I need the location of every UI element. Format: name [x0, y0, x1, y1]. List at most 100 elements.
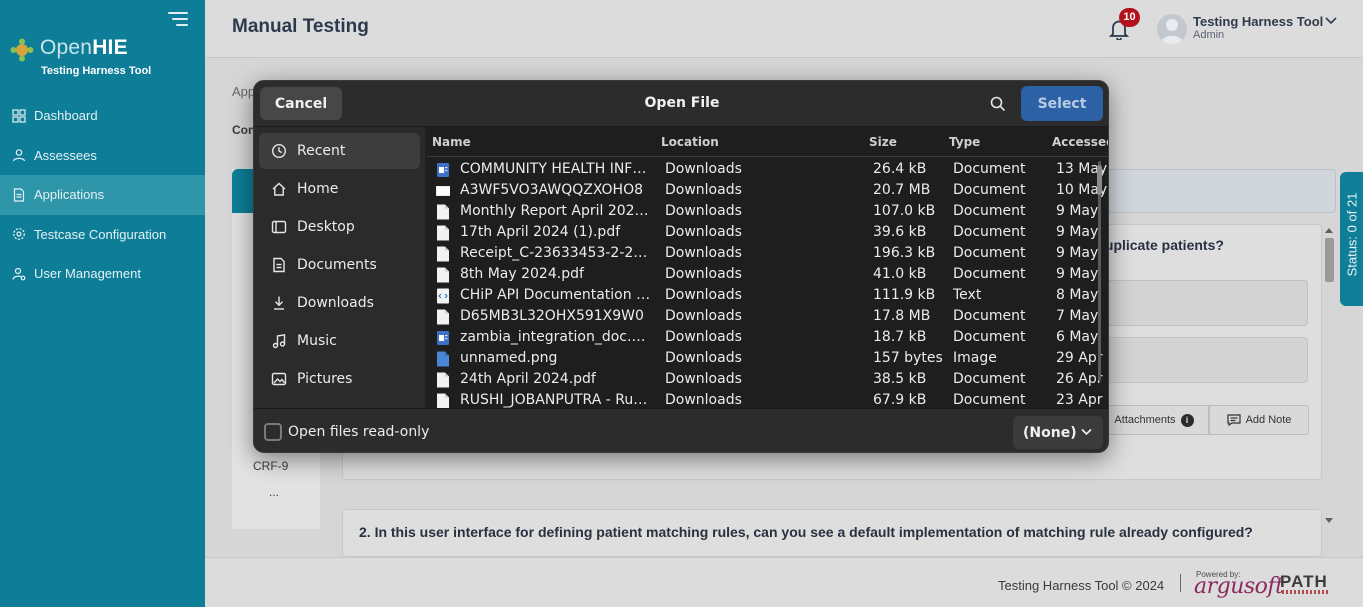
read-only-checkbox[interactable] [264, 423, 282, 441]
breadcrumb[interactable]: App [232, 84, 255, 99]
file-location: Downloads [665, 329, 742, 345]
file-size: 38.5 kB [873, 371, 927, 387]
select-button[interactable]: Select [1021, 86, 1103, 121]
file-accessed: 9 May [1056, 266, 1099, 282]
file-row[interactable]: Monthly Report April 2024.pdf Downloads 10… [427, 201, 1108, 222]
sidebar-item-label: User Management [34, 266, 141, 282]
user-name[interactable]: Testing Harness Tool [1193, 14, 1323, 29]
info-icon: i [1180, 413, 1194, 427]
place-label: Music [297, 333, 337, 349]
pdf-icon [437, 204, 449, 220]
file-size: 26.4 kB [873, 161, 927, 177]
scroll-down-icon[interactable] [1325, 518, 1333, 523]
place-home[interactable]: Home [259, 171, 420, 207]
sidebar-item-assessees[interactable]: Assessees [0, 136, 205, 176]
file-type: Document [953, 245, 1026, 261]
sidebar-item-applications[interactable]: Applications [0, 175, 205, 215]
place-documents[interactable]: Documents [259, 247, 420, 283]
note-icon [1226, 414, 1241, 426]
download-icon [274, 296, 284, 310]
place-label: Downloads [297, 295, 374, 311]
file-row[interactable]: 8th May 2024.pdf Downloads 41.0 kB Document… [427, 264, 1108, 285]
file-row[interactable]: 17th April 2024 (1).pdf Downloads 39.6 kB D… [427, 222, 1108, 243]
file-accessed: 8 May [1056, 287, 1099, 303]
file-row[interactable]: zambia_integration_doc.docx Downloads 18.7… [427, 327, 1108, 348]
place-music[interactable]: Music [259, 323, 420, 359]
sidebar-item-label: Assessees [34, 147, 97, 163]
file-size: 111.9 kB [873, 287, 936, 303]
file-list: Name Location Size Type Accessed COMMUNI… [427, 127, 1108, 408]
scroll-thumb[interactable] [1325, 238, 1334, 282]
file-row[interactable]: Receipt_C-23633453-2-24.pdf Downloads 196.… [427, 243, 1108, 264]
sidebar-item-dashboard[interactable]: Dashboard [0, 96, 205, 136]
content-scrollbar[interactable] [1322, 224, 1336, 530]
place-label: Desktop [297, 219, 355, 235]
file-row[interactable]: A3WF5VO3AWQQZXOHO8 Downloads 20.7 MB Docume… [427, 180, 1108, 201]
avatar[interactable] [1157, 14, 1187, 44]
file-name: A3WF5VO3AWQQZXOHO8 [460, 182, 643, 198]
file-list-scrollbar[interactable] [1095, 161, 1103, 407]
question-card: 2. In this user interface for defining p… [342, 509, 1322, 557]
file-row[interactable]: D65MB3L32OHX591X9W0 Downloads 17.8 MB Docum… [427, 306, 1108, 327]
file-accessed: 9 May [1056, 203, 1099, 219]
file-size: 107.0 kB [873, 203, 936, 219]
file-name: RUSHI_JOBANPUTRA - Rushi.pdf [460, 392, 653, 408]
file-rows: COMMUNITY HEALTH INFORMATION Downloads 26.… [427, 159, 1108, 408]
attachments-button[interactable]: Attachments i [1099, 405, 1209, 435]
place-label: Pictures [297, 371, 353, 387]
file-row[interactable]: 24th April 2024.pdf Downloads 38.5 kB Docum… [427, 369, 1108, 390]
sidebar-item-testcase-configuration[interactable]: Testcase Configuration [0, 215, 205, 255]
file-size: 39.6 kB [873, 224, 927, 240]
file-name: Monthly Report April 2024.pdf [460, 203, 653, 219]
file-accessed: 6 May [1056, 329, 1099, 345]
sidebar-item-user-management[interactable]: User Management [0, 254, 205, 294]
file-filter-dropdown[interactable]: (None) [1013, 416, 1103, 449]
file-type: Document [953, 182, 1026, 198]
place-downloads[interactable]: Downloads [259, 285, 420, 321]
file-location: Downloads [665, 224, 742, 240]
file-row[interactable]: COMMUNITY HEALTH INFORMATION Downloads 26.… [427, 159, 1108, 180]
page-title: Manual Testing [232, 16, 369, 37]
read-only-label[interactable]: Open files read-only [288, 424, 429, 440]
path-logo: PATH [1280, 572, 1328, 591]
search-icon[interactable] [990, 96, 1006, 112]
file-size: 20.7 MB [873, 182, 931, 198]
file-row[interactable]: RUSHI_JOBANPUTRA - Rushi.pdf Downloads 67.… [427, 390, 1108, 408]
file-name: 17th April 2024 (1).pdf [460, 224, 621, 240]
word-doc-icon [437, 163, 449, 177]
add-note-button[interactable]: Add Note [1209, 405, 1309, 435]
column-size[interactable]: Size [869, 135, 897, 149]
place-pictures[interactable]: Pictures [259, 361, 420, 397]
top-header: Manual Testing 10 Testing Harness Tool A… [205, 0, 1363, 58]
more-items[interactable]: ... [269, 485, 279, 499]
pdf-icon [437, 309, 449, 325]
column-location[interactable]: Location [661, 135, 719, 149]
column-name[interactable]: Name [432, 135, 471, 149]
place-desktop[interactable]: Desktop [259, 209, 420, 245]
status-tab[interactable]: Status: 0 of 21 [1340, 172, 1363, 306]
argusoft-logo: argusoft [1194, 574, 1284, 599]
user-icon [12, 149, 26, 162]
file-name: COMMUNITY HEALTH INFORMATION [460, 161, 653, 177]
file-name: 8th May 2024.pdf [460, 266, 584, 282]
column-accessed[interactable]: Accessed [1052, 135, 1108, 149]
sidebar-nav: Dashboard Assessees Applications Testcas… [0, 96, 205, 294]
file-location: Downloads [665, 392, 742, 408]
place-label: Documents [297, 257, 377, 273]
pdf-icon [437, 267, 449, 283]
scroll-thumb[interactable] [1097, 165, 1102, 195]
file-row[interactable]: CHiP API Documentation 5.html Downloads 11… [427, 285, 1108, 306]
component-item-crf-9[interactable]: CRF-9 [253, 459, 288, 473]
file-location: Downloads [665, 203, 742, 219]
file-row[interactable]: unnamed.png Downloads 157 bytes Image 29 Apr [427, 348, 1108, 369]
dialog-footer: Open files read-only (None) [254, 408, 1108, 452]
menu-toggle-icon[interactable] [168, 12, 188, 26]
chevron-down-icon[interactable] [1325, 17, 1337, 25]
file-size: 67.9 kB [873, 392, 927, 408]
column-type[interactable]: Type [949, 135, 980, 149]
app-logo: OpenHIE Testing Harness Tool [10, 36, 200, 80]
scroll-up-icon[interactable] [1325, 228, 1333, 233]
path-logo-stripe [1282, 590, 1328, 594]
file-size: 41.0 kB [873, 266, 927, 282]
place-recent[interactable]: Recent [259, 133, 420, 169]
